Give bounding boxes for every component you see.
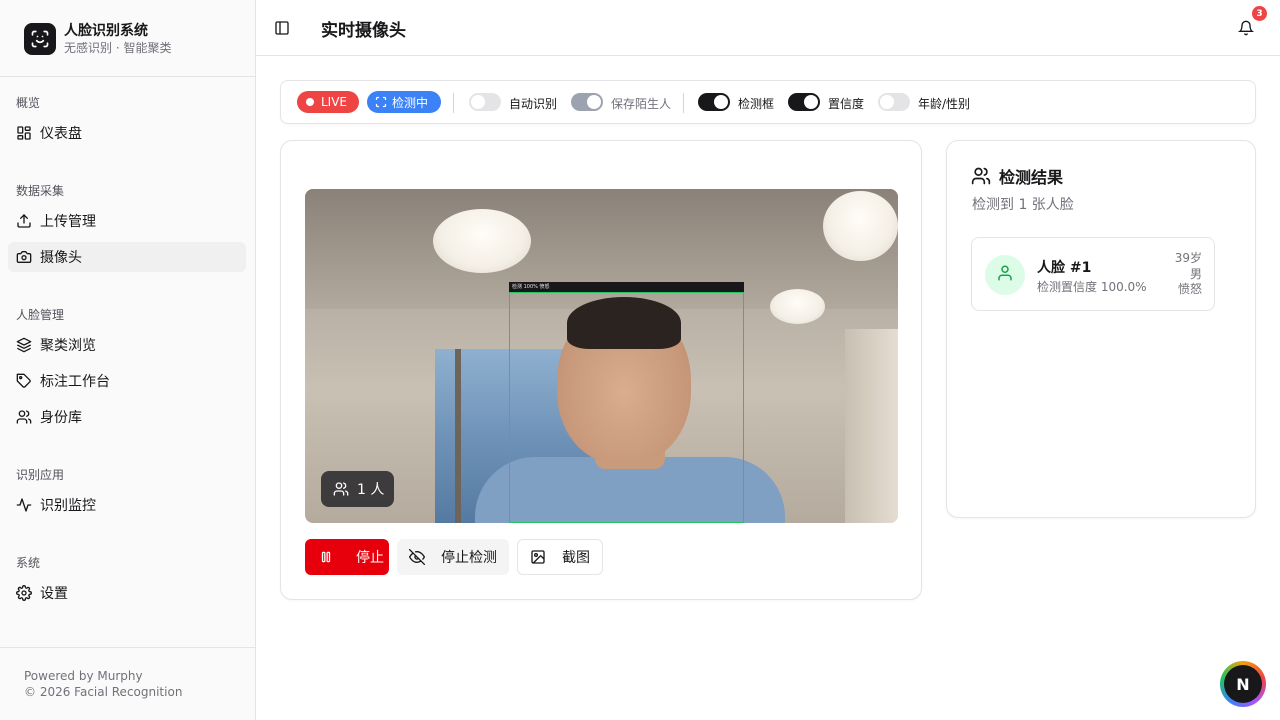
auto-recognize-switch[interactable] <box>469 93 501 111</box>
sidebar-item-dashboard[interactable]: 仪表盘 <box>8 118 246 148</box>
users-icon <box>16 409 32 425</box>
footer-copyright: © 2026 Facial Recognition <box>24 685 183 699</box>
face-age: 39岁 <box>1174 251 1202 265</box>
layers-icon <box>16 337 32 353</box>
live-dot-icon <box>306 98 314 106</box>
nav-group-face-management: 人脸管理 <box>16 308 65 322</box>
upload-icon <box>16 213 32 229</box>
results-title-text: 检测结果 <box>999 168 1064 187</box>
footer-divider <box>0 647 255 648</box>
sidebar-divider <box>0 76 255 77</box>
age-gender-switch[interactable] <box>878 93 910 111</box>
confidence-switch[interactable] <box>788 93 820 111</box>
face-emotion: 愤怒 <box>1177 282 1202 296</box>
camera-toolbar: LIVE 检测中 自动识别 保存陌生人 检测框 置信度 年龄/性别 <box>280 80 1256 124</box>
video-lamp <box>823 191 898 261</box>
face-scan-logo-icon <box>24 23 56 55</box>
detect-box-switch[interactable] <box>698 93 730 111</box>
notification-count-badge: 3 <box>1252 6 1267 21</box>
gear-icon <box>16 585 32 601</box>
nav-group-recognition-apps: 识别应用 <box>16 468 65 482</box>
face-detection-box <box>509 292 744 523</box>
sidebar-item-label: 识别监控 <box>40 498 96 514</box>
toolbar-divider <box>683 93 684 113</box>
save-stranger-switch[interactable] <box>571 93 603 111</box>
stop-button[interactable]: 停止 <box>305 539 389 575</box>
detect-box-label: 检测框 <box>738 97 775 111</box>
brand-title: 人脸识别系统 <box>64 23 148 39</box>
face-attributes: 39岁 男 愤怒 <box>1175 251 1202 298</box>
floating-assistant-label: N <box>1224 665 1262 703</box>
scan-icon <box>375 96 387 108</box>
nav-group-system: 系统 <box>16 556 41 570</box>
sidebar-item-upload[interactable]: 上传管理 <box>8 206 246 236</box>
nav-group-data-collection: 数据采集 <box>16 184 65 198</box>
results-title: 检测结果 <box>971 164 1063 188</box>
sidebar: 人脸识别系统 无感识别 · 智能聚类 概览 仪表盘 数据采集 上传管理 摄像头 … <box>0 0 256 720</box>
sidebar-item-clusters[interactable]: 聚类浏览 <box>8 330 246 360</box>
nav-group-overview: 概览 <box>16 96 41 110</box>
confidence-label: 置信度 <box>828 97 865 111</box>
sidebar-item-label: 摄像头 <box>40 250 82 266</box>
dashboard-icon <box>16 125 32 141</box>
tag-icon <box>16 373 32 389</box>
sidebar-item-label: 设置 <box>40 586 68 602</box>
brand-subtitle: 无感识别 · 智能聚类 <box>64 41 172 55</box>
brand[interactable]: 人脸识别系统 无感识别 · 智能聚类 <box>24 22 171 56</box>
video-right-window <box>845 329 898 523</box>
bell-icon[interactable] <box>1236 18 1256 38</box>
page-title: 实时摄像头 <box>321 21 406 41</box>
sidebar-item-label: 仪表盘 <box>40 126 82 142</box>
face-confidence: 检测置信度 100.0% <box>1037 280 1147 294</box>
activity-icon <box>16 497 32 513</box>
results-subtitle: 检测到 1 张人脸 <box>972 197 1074 213</box>
users-icon <box>333 481 349 497</box>
pause-icon <box>318 549 334 565</box>
video-window-frame <box>455 349 461 523</box>
sidebar-item-label: 上传管理 <box>40 214 96 230</box>
screenshot-button-label: 截图 <box>562 550 590 566</box>
video-lamp <box>433 209 531 273</box>
sidebar-item-camera[interactable]: 摄像头 <box>8 242 246 272</box>
footer-powered-by: Powered by Murphy <box>24 669 143 683</box>
users-icon <box>971 166 991 186</box>
toolbar-divider <box>453 93 454 113</box>
user-icon <box>996 264 1014 286</box>
sidebar-item-monitor[interactable]: 识别监控 <box>8 490 246 520</box>
person-count: 1 人 <box>357 482 385 498</box>
sidebar-item-label: 身份库 <box>40 410 82 426</box>
top-header: 实时摄像头 3 <box>256 0 1280 56</box>
video-lamp <box>770 289 825 324</box>
image-icon <box>530 549 546 565</box>
eye-off-icon <box>409 549 425 565</box>
auto-recognize-label: 自动识别 <box>509 97 558 111</box>
stop-detect-button[interactable]: 停止检测 <box>397 539 509 575</box>
sidebar-item-identities[interactable]: 身份库 <box>8 402 246 432</box>
floating-assistant-button[interactable]: N <box>1220 661 1266 707</box>
sidebar-toggle-icon[interactable] <box>272 18 292 38</box>
age-gender-label: 年龄/性别 <box>918 97 971 111</box>
detecting-label: 检测中 <box>392 95 429 110</box>
detecting-badge: 检测中 <box>367 91 441 113</box>
face-avatar <box>985 255 1025 295</box>
sidebar-item-annotation[interactable]: 标注工作台 <box>8 366 246 396</box>
face-gender: 男 <box>1189 266 1202 281</box>
stop-button-label: 停止 <box>356 550 384 566</box>
screenshot-button[interactable]: 截图 <box>517 539 603 575</box>
sidebar-item-label: 标注工作台 <box>40 374 110 390</box>
face-result-item[interactable]: 人脸 #1 检测置信度 100.0% 39岁 男 愤怒 <box>971 237 1215 311</box>
face-name: 人脸 #1 <box>1037 260 1092 276</box>
save-stranger-label: 保存陌生人 <box>611 97 672 111</box>
camera-video-feed: 检测 100% 愤怒 1 人 <box>305 189 898 523</box>
sidebar-item-label: 聚类浏览 <box>40 338 96 354</box>
live-badge: LIVE <box>297 91 359 113</box>
sidebar-item-settings[interactable]: 设置 <box>8 578 246 608</box>
person-count-badge: 1 人 <box>321 471 394 507</box>
camera-icon <box>16 249 32 265</box>
stop-detect-button-label: 停止检测 <box>441 550 497 566</box>
live-label: LIVE <box>321 95 348 109</box>
